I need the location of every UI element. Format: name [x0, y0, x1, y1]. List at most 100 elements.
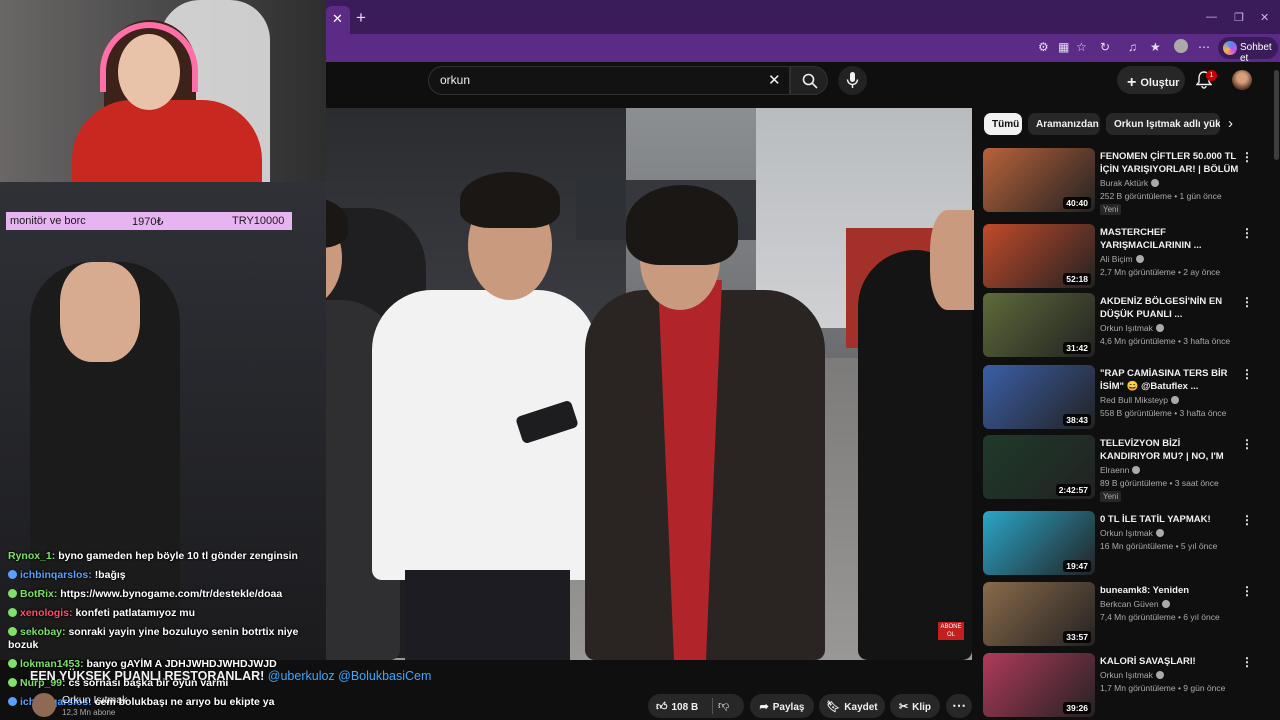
clip-label: Klip [912, 702, 932, 713]
scrollbar-track[interactable] [1274, 62, 1280, 720]
channel-name[interactable]: Ali Biçim [1100, 254, 1144, 264]
extensions-icon[interactable]: ♫ [1128, 40, 1137, 54]
channel-name-text: Ali Biçim [1100, 254, 1133, 264]
refresh-icon[interactable]: ↻ [1100, 40, 1110, 54]
video-thumbnail[interactable]: 52:18 [983, 224, 1095, 288]
window-close-icon[interactable]: ✕ [1260, 11, 1269, 24]
clear-search-icon[interactable]: ✕ [768, 71, 781, 89]
recommendation-item[interactable]: 2:42:57 TELEVİZYON BİZİ KANDIRIYOR MU? | … [983, 435, 1273, 502]
maximize-icon[interactable]: ❐ [1234, 11, 1244, 24]
channel-name[interactable]: Orkun Işıtmak [1100, 528, 1164, 538]
create-label: Oluştur [1140, 77, 1180, 89]
channel-name[interactable]: Elraenn [1100, 465, 1141, 475]
verified-check-icon [1155, 324, 1164, 332]
profile-icon[interactable] [1174, 39, 1188, 53]
share-button[interactable]: ➦ Paylaş [750, 694, 814, 718]
like-count: 108 B [671, 702, 699, 713]
recommendation-item[interactable]: 40:40 FENOMEN ÇİFTLER 50.000 TL İÇİN YARI… [983, 148, 1273, 215]
save-label: Kaydet [844, 702, 878, 713]
video-thumbnail[interactable]: 39:26 [983, 653, 1095, 717]
channel-name[interactable]: Berkcan Güven [1100, 599, 1170, 609]
scrollbar-thumb[interactable] [1274, 70, 1279, 160]
search-button[interactable] [790, 66, 828, 95]
clip-button[interactable]: ✂ Klip [890, 694, 940, 718]
video-thumbnail[interactable]: 2:42:57 [983, 435, 1095, 499]
video-title[interactable]: TELEVİZYON BİZİ KANDIRIYOR MU? | NO, I'M… [1100, 437, 1240, 463]
more-vertical-icon[interactable]: ⋮ [1241, 513, 1253, 527]
chip-all[interactable]: Tümü [984, 113, 1022, 135]
video-thumbnail[interactable]: 19:47 [983, 511, 1095, 575]
more-icon[interactable]: ⋯ [1198, 40, 1210, 54]
copilot-chat-button[interactable]: Sohbet et [1218, 37, 1278, 64]
voice-search-button[interactable] [838, 66, 867, 95]
channel-name-text: Elraenn [1100, 465, 1130, 475]
recommendation-item[interactable]: 31:42 AKDENİZ BÖLGESİ'NİN EN DÜŞÜK PUANLI… [983, 293, 1273, 359]
video-duration: 19:47 [1063, 560, 1091, 572]
chevron-right-icon[interactable]: › [1228, 115, 1233, 132]
minimize-icon[interactable]: — [1206, 11, 1217, 23]
recommendation-item[interactable]: 38:43 "RAP CAMİASINA TERS BİR İSİM" 😄 @Ba… [983, 365, 1273, 431]
channel-name-text: Burak Aktürk [1100, 178, 1149, 188]
video-meta: 7,4 Mn görüntüleme • 6 yıl önce [1100, 612, 1220, 622]
video-thumbnail[interactable]: 40:40 [983, 148, 1095, 212]
more-vertical-icon[interactable]: ⋮ [1241, 226, 1253, 240]
video-meta: 558 B görüntüleme • 3 hafta önce [1100, 408, 1227, 418]
video-thumbnail[interactable]: 31:42 [983, 293, 1095, 357]
more-vertical-icon[interactable]: ⋮ [1241, 367, 1253, 381]
video-title[interactable]: "RAP CAMİASINA TERS BİR İSİM" 😄 @Batufle… [1100, 367, 1240, 393]
new-badge: Yeni [1100, 204, 1122, 215]
more-vertical-icon[interactable]: ⋮ [1241, 584, 1253, 598]
recommendation-item[interactable]: 33:57 buneamk8: Yeniden Berkcan Güven 7,4 M… [983, 582, 1273, 648]
recommendation-item[interactable]: 39:26 KALORİ SAVAŞLARI! Orkun Işıtmak 1,7 M… [983, 653, 1273, 719]
translate-icon[interactable]: ⚙ [1038, 40, 1049, 54]
more-vertical-icon[interactable]: ⋮ [1241, 295, 1253, 309]
chat-message: ichbinqarslos: !bağış [8, 569, 318, 582]
chat-username: Rynox_1: [8, 550, 56, 562]
recommendation-item[interactable]: 19:47 0 TL İLE TATİL YAPMAK! Orkun Işıtmak… [983, 511, 1273, 577]
channel-name[interactable]: Orkun Işıtmak [62, 694, 127, 706]
video-title[interactable]: buneamk8: Yeniden [1100, 584, 1240, 597]
bookmark-star-icon[interactable]: ☆ [1076, 40, 1087, 54]
video-title: EEN YÜKSEK PUANLI RESTORANLAR! @uberkulo… [30, 669, 431, 683]
channel-name[interactable]: Orkun Işıtmak [1100, 323, 1164, 333]
thumbs-down-icon[interactable]: 👎︎ [718, 699, 729, 712]
badge-icon [8, 570, 17, 579]
video-title-mentions[interactable]: @uberkuloz @BolukbasiCem [268, 669, 432, 683]
channel-avatar[interactable] [32, 693, 56, 717]
tab-close-icon[interactable]: ✕ [332, 11, 343, 27]
create-button[interactable]: + Oluştur [1117, 66, 1185, 94]
video-thumbnail[interactable]: 33:57 [983, 582, 1095, 646]
donation-goal-label: monitör ve borc [10, 215, 86, 227]
more-vertical-icon[interactable]: ⋮ [1241, 150, 1253, 164]
video-thumbnail[interactable]: 38:43 [983, 365, 1095, 429]
video-meta: 1,7 Mn görüntüleme • 9 gün önce [1100, 683, 1226, 693]
save-button[interactable]: 🔖︎ Kaydet [819, 694, 885, 718]
channel-name[interactable]: Red Bull Miksteyp [1100, 395, 1180, 405]
video-title[interactable]: AKDENİZ BÖLGESİ'NİN EN DÜŞÜK PUANLI ... [1100, 295, 1240, 321]
channel-name[interactable]: Burak Aktürk [1100, 178, 1160, 188]
new-tab-icon[interactable]: + [356, 8, 366, 28]
recommendation-item[interactable]: 52:18 MASTERCHEF YARIŞMACILARININ ... Ali … [983, 224, 1273, 290]
video-title[interactable]: 0 TL İLE TATİL YAPMAK! [1100, 513, 1240, 526]
more-vertical-icon[interactable]: ⋮ [1241, 655, 1253, 669]
chip-from-search[interactable]: Aramanızdan [1028, 113, 1100, 135]
account-avatar[interactable] [1232, 70, 1252, 90]
like-button[interactable]: 👍︎ 108 B [648, 694, 744, 718]
stream-chat: Rynox_1: byno gameden hep böyle 10 tl gö… [8, 550, 318, 715]
donation-goal-bar: monitör ve borc 1970₺ TRY10000 [6, 212, 292, 230]
video-title[interactable]: KALORİ SAVAŞLARI! [1100, 655, 1240, 668]
chip-from-uploader[interactable]: Orkun Işıtmak adlı yükleyiciden [1106, 113, 1220, 135]
more-vertical-icon[interactable]: ⋮ [1241, 437, 1253, 451]
video-duration: 39:26 [1063, 702, 1091, 714]
video-title[interactable]: MASTERCHEF YARIŞMACILARININ ... [1100, 226, 1240, 252]
search-input[interactable] [428, 66, 790, 95]
bot-badge-icon [8, 589, 17, 598]
video-title[interactable]: FENOMEN ÇİFTLER 50.000 TL İÇİN YARIŞIYOR… [1100, 150, 1240, 176]
video-duration: 40:40 [1063, 197, 1091, 209]
channel-name[interactable]: Orkun Işıtmak [1100, 670, 1164, 680]
more-actions-button[interactable]: ⋯ [946, 694, 972, 718]
app-icon[interactable]: ▦ [1058, 40, 1069, 54]
chat-username: sekobay: [20, 626, 66, 638]
copilot-icon [1223, 41, 1237, 55]
favorites-icon[interactable]: ★ [1150, 40, 1161, 54]
